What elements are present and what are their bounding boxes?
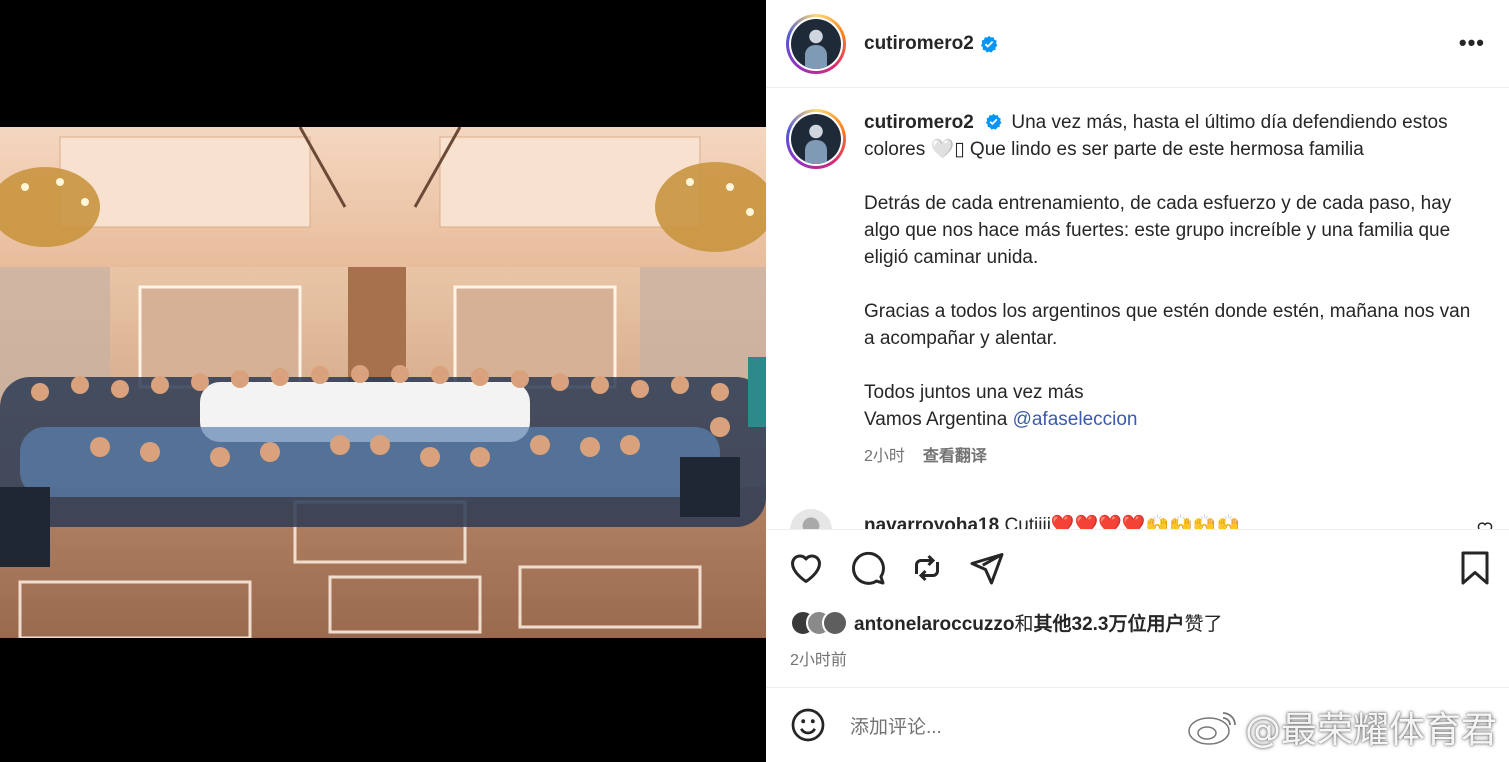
share-button[interactable] [969,550,1005,586]
see-translation-button[interactable]: 查看翻译 [923,443,987,470]
liker-avatar [822,609,848,636]
post-media[interactable] [0,0,766,762]
watermark: @最荣耀体育君 [1185,701,1497,753]
comment-text: Cutiiii❤️❤️❤️❤️🙌🙌🙌🙌 [1004,515,1241,529]
likes-summary[interactable]: antonelaroccuzzo和其他32.3万位用户赞了 [790,609,1223,636]
save-button[interactable] [1457,550,1493,586]
caption-avatar[interactable] [786,109,846,169]
more-options-button[interactable]: ••• [1459,30,1485,56]
verified-badge-icon [986,113,1002,130]
header-username[interactable]: cutiromero2 [864,33,974,55]
send-icon [970,553,1004,585]
emoji-picker-icon[interactable] [790,707,826,743]
caption-text-4: Todos juntos una vez más [864,382,1084,403]
caption: cutiromero2 Una vez más, hasta el último… [786,109,1484,470]
commenter-username[interactable]: navarroyoha18 [864,515,999,529]
post-timestamp[interactable]: 2小时前 [790,646,847,670]
caption-scroll-area[interactable]: cutiromero2 Una vez más, hasta el último… [766,89,1509,529]
comment-like-icon[interactable] [1476,521,1494,529]
profile-avatar[interactable] [786,13,846,74]
weibo-logo-icon [1188,712,1236,745]
likes-connector: 和 [1014,614,1034,635]
team-photo [0,127,766,638]
add-comment-input[interactable]: 添加评论... [850,712,942,739]
action-bar [766,529,1509,605]
likes-others[interactable]: 其他32.3万位用户 [1034,614,1185,635]
post-header: cutiromero2 ••• [766,0,1509,88]
liker-username[interactable]: antonelaroccuzzo [854,614,1014,635]
caption-text-2: Detrás de cada entrenamiento, de cada es… [864,193,1452,268]
caption-username[interactable]: cutiromero2 [864,112,974,133]
post-side-panel: cutiromero2 ••• cutiromero2 Una vez más,… [766,0,1509,762]
comment-bubble-icon [851,551,885,585]
repost-icon [915,554,939,582]
watermark-text: @最荣耀体育君 [1244,710,1497,751]
caption-time: 2小时 [864,448,905,465]
comment-button[interactable] [850,550,886,586]
comment-item: navarroyoha18 Cutiiii❤️❤️❤️❤️🙌🙌🙌🙌 [790,509,1240,529]
caption-text-3: Gracias a todos los argentinos que estén… [864,301,1471,349]
likes-suffix: 赞了 [1184,614,1223,635]
verified-badge-icon [980,35,998,53]
like-button[interactable] [788,550,824,586]
bookmark-icon [1461,551,1489,585]
caption-text-5: Vamos Argentina [864,409,1013,430]
heart-icon [791,554,821,583]
repost-button[interactable] [909,550,945,586]
commenter-avatar[interactable] [790,509,832,529]
mention-link[interactable]: @afaseleccion [1013,409,1138,430]
